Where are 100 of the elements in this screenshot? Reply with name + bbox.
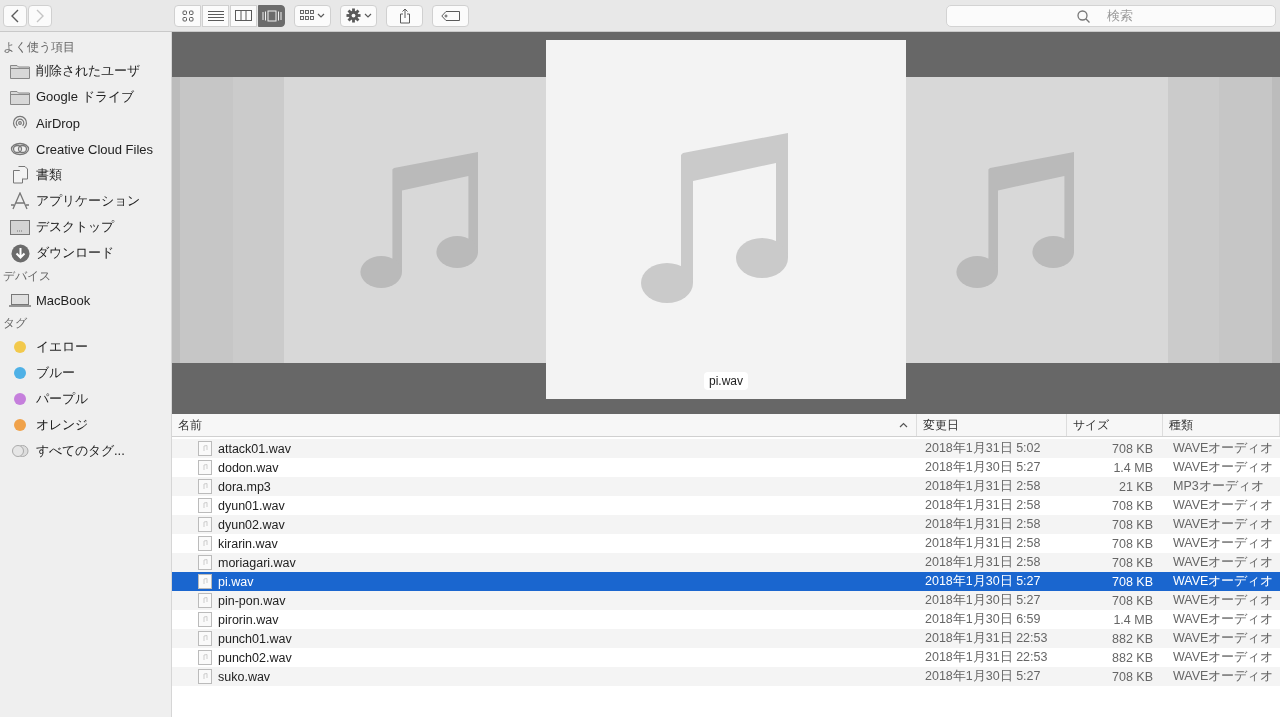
- file-name: pin-pon.wav: [218, 593, 286, 608]
- file-kind: WAVEオーディオ: [1172, 516, 1275, 533]
- columns-view-button[interactable]: [230, 4, 257, 27]
- modified-date: 2018年1月31日 2:58: [924, 535, 1042, 552]
- file-row[interactable]: attack01.wav 2018年1月31日 5:02 708 KB WAVEオーディオ: [172, 439, 1280, 458]
- file-name: punch02.wav: [218, 650, 292, 665]
- sidebar-item[interactable]: デスクトップ: [0, 214, 171, 240]
- sidebar-heading: よく使う項目: [2, 40, 76, 55]
- sidebar-item[interactable]: イエロー: [0, 334, 171, 360]
- sidebar-item[interactable]: すべてのタグ...: [0, 438, 171, 464]
- group-button[interactable]: [294, 4, 331, 27]
- grid-icon: [300, 10, 314, 21]
- file-size: 1.4 MB: [1112, 612, 1154, 627]
- file-row[interactable]: pi.wav 2018年1月30日 5:27 708 KB WAVEオーディオ: [172, 572, 1280, 591]
- modified-date: 2018年1月31日 22:53: [924, 630, 1049, 647]
- sidebar-item[interactable]: AirDrop: [0, 110, 171, 136]
- sidebar-item[interactable]: ダウンロード: [0, 240, 171, 266]
- file-kind: WAVEオーディオ: [1172, 535, 1275, 552]
- file-row[interactable]: moriagari.wav 2018年1月31日 2:58 708 KB WAVEオーディオ: [172, 553, 1280, 572]
- audio-file-icon: [198, 479, 212, 494]
- modified-date: 2018年1月30日 5:27: [924, 459, 1042, 476]
- file-row[interactable]: pin-pon.wav 2018年1月30日 5:27 708 KB WAVEオーディオ: [172, 591, 1280, 610]
- file-name: suko.wav: [218, 669, 271, 684]
- gear-icon: [345, 8, 361, 23]
- modified-date: 2018年1月31日 5:02: [924, 440, 1042, 457]
- file-size: 882 KB: [1111, 650, 1154, 665]
- file-kind: WAVEオーディオ: [1172, 440, 1275, 457]
- file-kind: WAVEオーディオ: [1172, 649, 1275, 666]
- modified-date: 2018年1月30日 5:27: [924, 668, 1042, 685]
- modified-date: 2018年1月30日 5:27: [924, 573, 1042, 590]
- file-name: kirarin.wav: [218, 536, 278, 551]
- back-button[interactable]: [3, 4, 27, 27]
- file-kind: WAVEオーディオ: [1172, 668, 1275, 685]
- file-row[interactable]: dora.mp3 2018年1月31日 2:58 21 KB MP3オーディオ: [172, 477, 1280, 496]
- sidebar-item[interactable]: Google ドライブ: [0, 84, 171, 110]
- download-icon: [10, 243, 30, 263]
- search-icon: [1077, 9, 1090, 23]
- sidebar-item[interactable]: MacBook: [0, 287, 171, 313]
- sidebar-heading: タグ: [2, 316, 28, 331]
- tag-button[interactable]: [432, 4, 469, 27]
- column-header[interactable]: 変更日: [917, 414, 1067, 436]
- file-kind: WAVEオーディオ: [1172, 497, 1275, 514]
- modified-date: 2018年1月31日 2:58: [924, 497, 1042, 514]
- file-name: pi.wav: [218, 574, 254, 589]
- file-kind: WAVEオーディオ: [1172, 573, 1275, 590]
- list-view-button[interactable]: [202, 4, 229, 27]
- action-button[interactable]: [340, 4, 377, 27]
- audio-file-icon: [198, 650, 212, 665]
- caret-icon: [317, 13, 325, 18]
- share-button[interactable]: [386, 4, 423, 27]
- file-name: dodon.wav: [218, 460, 279, 475]
- columns-icon: [235, 10, 252, 21]
- file-size: 882 KB: [1111, 631, 1154, 646]
- column-header[interactable]: 名前: [172, 414, 917, 436]
- file-kind: WAVEオーディオ: [1172, 592, 1275, 609]
- audio-file-icon: [198, 441, 212, 456]
- modified-date: 2018年1月31日 22:53: [924, 649, 1049, 666]
- sidebar-item[interactable]: 書類: [0, 162, 171, 188]
- file-row[interactable]: punch01.wav 2018年1月31日 22:53 882 KB WAVEオーディオ: [172, 629, 1280, 648]
- file-name: dyun02.wav: [218, 517, 285, 532]
- sidebar-item[interactable]: 削除されたユーザ: [0, 58, 171, 84]
- file-row[interactable]: suko.wav 2018年1月30日 5:27 708 KB WAVEオーディオ: [172, 667, 1280, 686]
- sidebar-heading: デバイス: [2, 269, 52, 284]
- audio-file-icon: [198, 460, 212, 475]
- file-kind: WAVEオーディオ: [1172, 611, 1275, 628]
- file-size: 708 KB: [1111, 593, 1154, 608]
- audio-file-icon: [198, 536, 212, 551]
- modified-date: 2018年1月30日 5:27: [924, 592, 1042, 609]
- sidebar-item[interactable]: ブルー: [0, 360, 171, 386]
- file-row[interactable]: dyun02.wav 2018年1月31日 2:58 708 KB WAVEオーディオ: [172, 515, 1280, 534]
- modified-date: 2018年1月31日 2:58: [924, 554, 1042, 571]
- sort-caret-icon: [899, 422, 908, 428]
- search-field[interactable]: 検索: [946, 4, 1276, 27]
- sidebar-item[interactable]: Creative Cloud Files: [0, 136, 171, 162]
- file-size: 21 KB: [1117, 479, 1154, 494]
- audio-file-icon: [198, 612, 212, 627]
- cover-caption: pi.wav: [704, 372, 748, 390]
- caret-icon: [363, 13, 372, 18]
- grid-icon: [181, 9, 194, 22]
- sidebar-item[interactable]: パープル: [0, 386, 171, 412]
- icons-view-button[interactable]: [174, 4, 201, 27]
- share-icon: [398, 7, 411, 24]
- file-kind: WAVEオーディオ: [1172, 630, 1275, 647]
- file-name: dora.mp3: [218, 479, 271, 494]
- file-size: 708 KB: [1111, 536, 1154, 551]
- folder-icon: [10, 89, 30, 105]
- chevron-right-icon: [35, 8, 45, 23]
- cover-flow-icon: [261, 9, 282, 22]
- column-header[interactable]: サイズ: [1067, 414, 1163, 436]
- file-kind: WAVEオーディオ: [1172, 554, 1275, 571]
- coverflow-view-button[interactable]: [258, 4, 285, 27]
- file-size: 708 KB: [1111, 669, 1154, 684]
- column-header[interactable]: 種類: [1163, 414, 1280, 436]
- documents-icon: [11, 166, 29, 184]
- all-tags-icon: [11, 445, 29, 457]
- file-size: 708 KB: [1111, 517, 1154, 532]
- sidebar-item[interactable]: アプリケーション: [0, 188, 171, 214]
- folder-icon: [10, 63, 30, 79]
- chevron-left-icon: [10, 8, 20, 23]
- sidebar-item[interactable]: オレンジ: [0, 412, 171, 438]
